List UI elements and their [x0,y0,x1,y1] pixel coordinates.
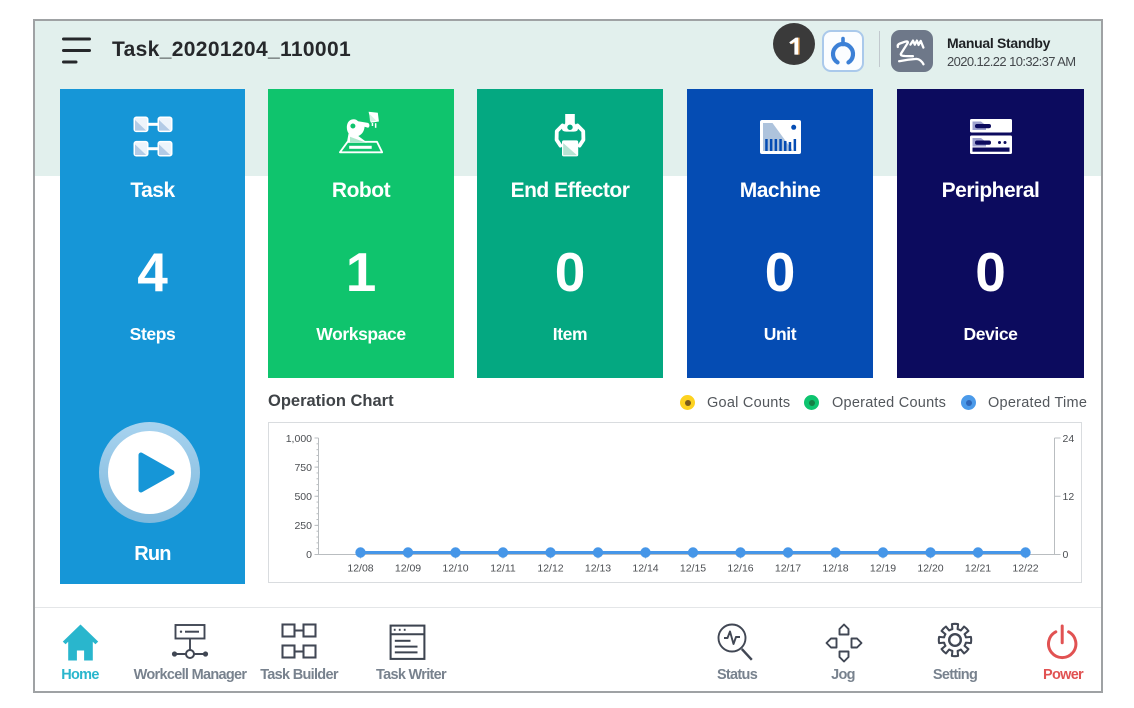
svg-text:12/11: 12/11 [490,563,516,575]
svg-text:12/17: 12/17 [775,563,801,575]
svg-text:0: 0 [306,549,312,561]
svg-text:12/09: 12/09 [395,563,421,575]
svg-text:750: 750 [294,462,312,474]
svg-text:12/10: 12/10 [442,563,468,575]
svg-text:500: 500 [294,491,312,503]
svg-text:12/22: 12/22 [1012,563,1038,575]
svg-text:24: 24 [1063,433,1075,445]
svg-text:12/21: 12/21 [965,563,991,575]
svg-text:12: 12 [1063,491,1075,503]
svg-text:12/19: 12/19 [870,563,896,575]
svg-text:12/08: 12/08 [347,563,373,575]
svg-text:250: 250 [294,520,312,532]
svg-text:1,000: 1,000 [286,433,312,445]
svg-text:12/20: 12/20 [917,563,943,575]
svg-text:12/16: 12/16 [727,563,753,575]
svg-text:12/15: 12/15 [680,563,706,575]
svg-text:12/18: 12/18 [822,563,848,575]
svg-text:12/13: 12/13 [585,563,611,575]
svg-text:12/14: 12/14 [632,563,658,575]
svg-text:0: 0 [1063,549,1069,561]
svg-text:12/12: 12/12 [537,563,563,575]
